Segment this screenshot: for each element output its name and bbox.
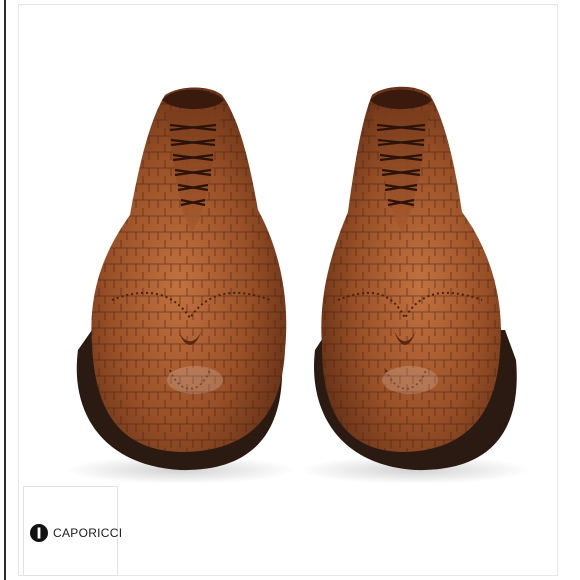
caporicci-logo-icon — [30, 524, 48, 542]
left-shoe — [76, 87, 287, 471]
brand-logo: CAPORICCI — [30, 522, 122, 544]
brand-name: CAPORICCI — [53, 526, 123, 540]
right-shoe — [314, 86, 517, 471]
